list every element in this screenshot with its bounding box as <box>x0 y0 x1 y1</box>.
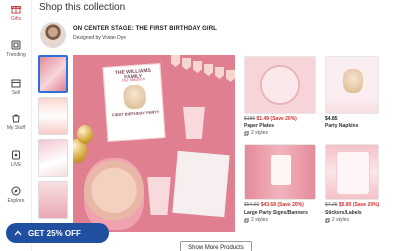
sell-icon <box>11 79 21 88</box>
banner-flag <box>226 70 235 82</box>
my-stuff-icon <box>12 114 20 123</box>
thumbnail-3[interactable] <box>38 139 68 177</box>
designer-byline[interactable]: Designed by Vivian Dye <box>73 35 126 41</box>
side-navigation: Gifts Trending Sell My Stuff LIVE Explor… <box>0 0 32 251</box>
teddy-illustration <box>122 84 147 110</box>
promo-label: GET 25% OFF <box>28 228 81 238</box>
main-product-image[interactable]: THE WILLIAMS FAMILY Our Madison FIRST BI… <box>73 55 235 232</box>
thumbnail-2[interactable] <box>38 97 68 135</box>
photo-card <box>172 150 230 218</box>
price-new: $4.85 <box>325 116 338 122</box>
thumbnail-4[interactable] <box>38 181 68 219</box>
banner-flag <box>182 58 191 70</box>
nav-my-stuff[interactable]: My Stuff <box>0 113 32 131</box>
product-name[interactable]: Large Party Signs/Banners <box>244 210 308 216</box>
banner-flag <box>204 64 213 76</box>
promo-button[interactable]: GET 25% OFF <box>6 223 109 243</box>
price-new: $5.80 <box>338 202 352 208</box>
nav-gifts-label: Gifts <box>10 16 22 22</box>
sale-badge: (Save 20%) <box>277 202 304 208</box>
styles-count[interactable]: 2 styles <box>244 217 268 223</box>
nav-live[interactable]: LIVE <box>0 150 32 168</box>
product-name[interactable]: Party Napkins <box>325 123 358 129</box>
styles-icon <box>244 130 249 136</box>
invitation-line: FIRST BIRTHDAY PARTY <box>112 109 160 118</box>
product-price: $7.25 $5.80 (Save 20%) <box>325 202 379 208</box>
styles-icon <box>325 217 330 223</box>
styles-label: 2 styles <box>251 130 268 136</box>
price-new: $1.49 <box>256 116 270 122</box>
nav-sell-label: Sell <box>11 90 21 96</box>
price-old: $185 <box>244 116 256 122</box>
nav-live-label: LIVE <box>10 162 22 168</box>
teddy-illustration <box>343 69 363 93</box>
product-price: $54.60 $43.68 (Save 20%) <box>244 202 304 208</box>
product-image[interactable] <box>325 144 379 200</box>
section-title: Shop this collection <box>39 2 126 13</box>
balloon <box>77 125 93 144</box>
trending-icon <box>11 40 21 50</box>
sign-panel <box>271 155 291 185</box>
nav-my-stuff-label: My Stuff <box>6 125 26 131</box>
price-new: $43.68 <box>260 202 276 208</box>
party-cup <box>147 177 171 215</box>
nav-trending-label: Trending <box>6 52 26 58</box>
party-cup <box>183 107 205 139</box>
sale-badge: (Save 20%) <box>352 202 380 208</box>
styles-count[interactable]: 2 styles <box>325 217 349 223</box>
styles-count[interactable]: 2 styles <box>244 130 268 136</box>
product-image[interactable] <box>244 144 316 200</box>
nav-sell[interactable]: Sell <box>0 78 32 96</box>
banner-flag <box>215 67 224 79</box>
thumbnail-1[interactable] <box>38 55 68 93</box>
product-image[interactable] <box>244 56 316 114</box>
product-image[interactable] <box>325 56 379 114</box>
price-old: $54.60 <box>244 202 260 208</box>
product-name[interactable]: Paper Plates <box>244 123 274 129</box>
product-name[interactable]: Stickers/Labels <box>325 210 362 216</box>
show-more-products-button[interactable]: Show More Products <box>180 241 252 251</box>
nav-gifts[interactable]: Gifts <box>0 4 32 22</box>
explore-icon <box>11 186 21 196</box>
styles-label: 2 styles <box>332 217 349 223</box>
styles-icon <box>244 217 249 223</box>
nav-explore-label: Explore <box>7 198 25 204</box>
sale-badge: (Save 20%) <box>270 116 297 122</box>
nav-trending[interactable]: Trending <box>0 40 32 58</box>
designer-avatar[interactable] <box>40 22 66 48</box>
product-price: $185 $1.49 (Save 20%) <box>244 116 297 122</box>
sticker-sheet <box>336 151 370 195</box>
live-icon <box>12 150 20 160</box>
banner-flag <box>171 55 180 67</box>
baby-photo <box>84 158 144 230</box>
price-old: $7.25 <box>325 202 338 208</box>
styles-label: 2 styles <box>251 217 268 223</box>
chevron-up-icon <box>14 230 22 236</box>
banner-flag <box>193 61 202 73</box>
product-price: $4.85 <box>325 116 338 122</box>
nav-explore[interactable]: Explore <box>0 186 32 204</box>
invitation-card: THE WILLIAMS FAMILY Our Madison FIRST BI… <box>102 63 166 142</box>
gift-icon <box>11 6 21 14</box>
collection-title[interactable]: ON CENTER STAGE: THE FIRST BIRTHDAY GIRL <box>73 26 217 32</box>
